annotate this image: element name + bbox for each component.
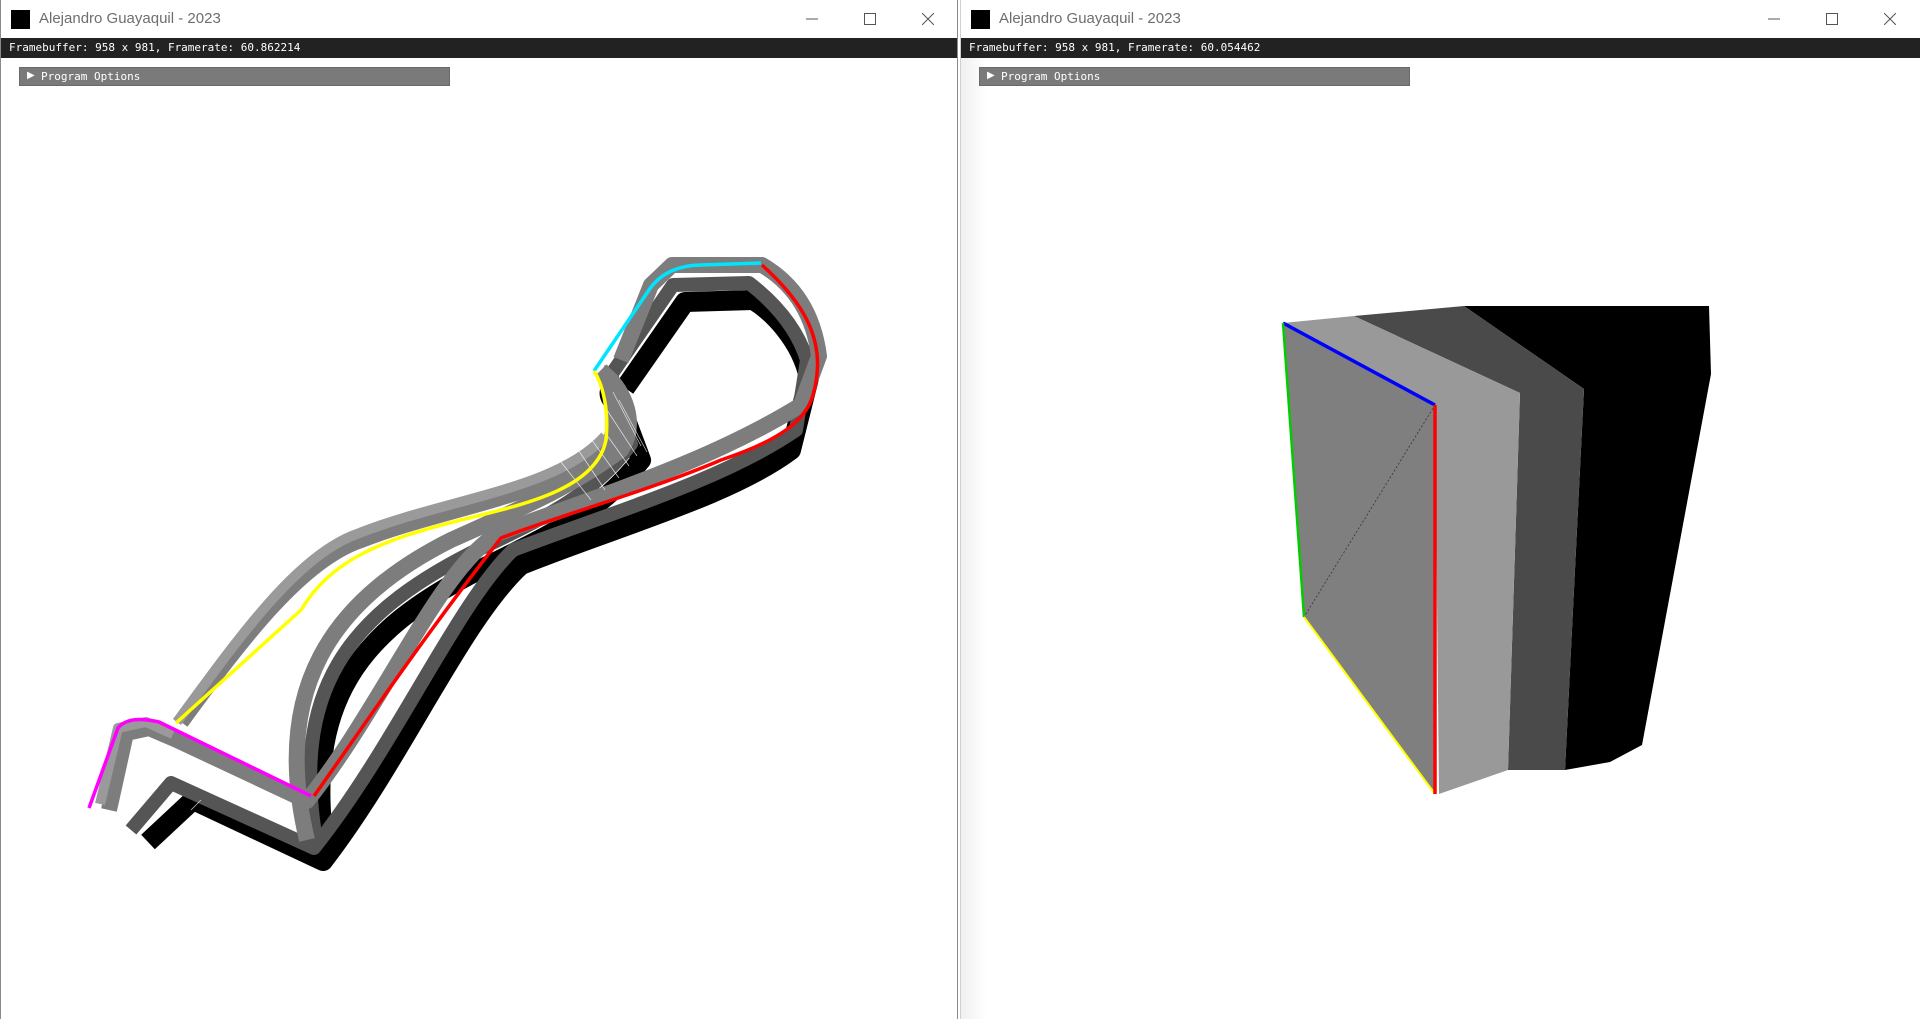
close-button[interactable]	[1861, 0, 1919, 38]
collapse-arrow-icon: ▶	[27, 70, 35, 81]
framebuffer-status: Framebuffer: 958 x 981, Framerate: 60.05…	[969, 41, 1261, 54]
close-icon	[922, 13, 934, 25]
app-window-left: Alejandro Guayaquil - 2023 Framebuffer: …	[0, 0, 958, 1019]
window-title: Alejandro Guayaquil - 2023	[39, 10, 221, 27]
close-icon	[1884, 13, 1896, 25]
program-options-label: Program Options	[1001, 70, 1101, 83]
maximize-icon	[1826, 13, 1838, 25]
ribbon-scene	[87, 257, 827, 871]
maximize-icon	[864, 13, 876, 25]
close-button[interactable]	[899, 0, 957, 38]
ribbon-gray-layer	[101, 257, 827, 842]
framebuffer-status: Framebuffer: 958 x 981, Framerate: 60.86…	[9, 41, 301, 54]
app-window-right: Alejandro Guayaquil - 2023 Framebuffer: …	[960, 0, 1920, 1019]
render-viewport[interactable]	[1, 58, 957, 1019]
status-bar: Framebuffer: 958 x 981, Framerate: 60.86…	[1, 38, 957, 58]
maximize-button[interactable]	[841, 0, 899, 38]
minimize-button[interactable]	[783, 0, 841, 38]
status-bar: Framebuffer: 958 x 981, Framerate: 60.05…	[961, 38, 1920, 58]
app-icon	[971, 10, 990, 29]
program-options-label: Program Options	[41, 70, 141, 83]
collapse-arrow-icon: ▶	[987, 70, 995, 81]
maximize-button[interactable]	[1803, 0, 1861, 38]
title-bar[interactable]: Alejandro Guayaquil - 2023	[961, 0, 1920, 38]
minimize-icon	[1768, 18, 1780, 20]
box-scene	[1281, 306, 1711, 795]
minimize-button[interactable]	[1745, 0, 1803, 38]
program-options-header[interactable]: ▶ Program Options	[19, 67, 450, 86]
minimize-icon	[806, 18, 818, 20]
app-icon	[11, 10, 30, 29]
render-viewport[interactable]	[961, 58, 1919, 1019]
program-options-header[interactable]: ▶ Program Options	[979, 67, 1410, 86]
window-title: Alejandro Guayaquil - 2023	[999, 10, 1181, 27]
title-bar[interactable]: Alejandro Guayaquil - 2023	[1, 0, 957, 38]
